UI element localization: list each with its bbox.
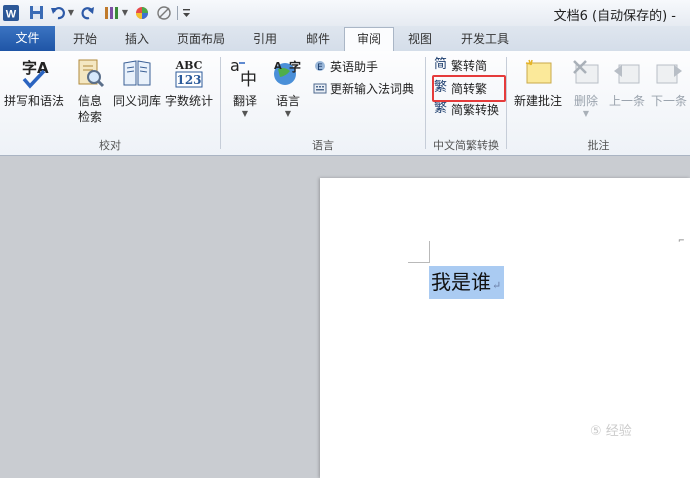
delete-comment-button[interactable]: 删除 ▼ <box>568 57 604 118</box>
next-comment-label: 下一条 <box>650 94 687 108</box>
margin-edge-mark: ⌐ <box>678 236 685 245</box>
svg-text:中: 中 <box>240 70 257 89</box>
selected-document-text[interactable]: 我是谁↵ <box>429 266 505 299</box>
undo-icon[interactable] <box>50 4 66 21</box>
tab-references[interactable]: 引用 <box>243 28 287 50</box>
redo-icon[interactable] <box>80 4 96 21</box>
clear-formatting-icon[interactable] <box>156 4 172 21</box>
spelling-grammar-button[interactable]: 字A 拼写和语法 <box>4 57 64 109</box>
update-ime-dictionary-icon <box>313 81 327 95</box>
delete-comment-label: 删除 <box>573 94 598 108</box>
previous-comment-label: 上一条 <box>608 94 645 108</box>
word-count-label: 字数统计 <box>164 94 213 108</box>
next-comment-icon <box>653 57 685 89</box>
comments-group-label: 批注 <box>587 139 610 152</box>
translate-label: 翻译 <box>232 94 257 108</box>
traditional-to-simplified-button[interactable]: 简 繁转简 <box>434 56 487 74</box>
save-icon[interactable] <box>28 4 44 21</box>
translate-icon: a中 <box>229 56 261 90</box>
color-wheel-icon[interactable] <box>134 4 150 21</box>
language-globe-icon: 字A <box>272 57 304 89</box>
tab-home[interactable]: 开始 <box>63 28 107 50</box>
word-count-button[interactable]: ABC 123 字数统计 <box>164 57 214 109</box>
delete-comment-icon <box>570 57 602 89</box>
chinese-conversion-group-label: 中文简繁转换 <box>433 139 499 152</box>
svg-text:a: a <box>230 57 240 75</box>
margin-corner-mark <box>429 241 430 263</box>
research-label-line2: 检索 <box>77 110 102 124</box>
document-title: 文档6 (自动保存的) - <box>553 9 676 24</box>
tab-page-layout[interactable]: 页面布局 <box>170 28 232 50</box>
ribbon-panel: 字A 拼写和语法 信息检索 同义词库 ABC 123 字数统计 校对 a中 翻译 … <box>0 51 690 156</box>
margin-corner-mark <box>408 262 430 263</box>
english-assistant-icon: E <box>313 59 327 73</box>
update-ime-dictionary-label: 更新输入法词典 <box>330 81 415 96</box>
svg-text:字A: 字A <box>22 59 49 77</box>
spelling-grammar-label: 拼写和语法 <box>4 94 65 108</box>
tab-file[interactable]: 文件 <box>0 26 55 51</box>
proofing-group-label: 校对 <box>99 139 121 152</box>
next-comment-button[interactable]: 下一条 <box>650 57 688 109</box>
word-count-icon-digits: 123 <box>176 73 201 87</box>
word-logo-icon[interactable]: W <box>3 4 19 21</box>
new-comment-label: 新建批注 <box>513 94 562 108</box>
research-button[interactable]: 信息 检索 <box>70 57 110 125</box>
word-count-icon-letters: ABC <box>175 59 203 72</box>
format-painter-icon[interactable] <box>103 4 121 21</box>
thesaurus-book-icon <box>121 57 153 89</box>
thesaurus-button[interactable]: 同义词库 <box>112 57 162 109</box>
traditional-to-simplified-icon: 简 <box>434 57 448 72</box>
tab-view[interactable]: 视图 <box>398 28 442 50</box>
qat-separator <box>176 4 178 21</box>
previous-comment-button[interactable]: 上一条 <box>608 57 646 109</box>
delete-dropdown-chevron-icon[interactable]: ▼ <box>583 109 589 118</box>
title-bar: W ▼ ▼ 文档6 (自动保存的) - <box>0 0 690 26</box>
group-separator <box>506 57 507 149</box>
tab-review[interactable]: 审阅 <box>344 27 394 52</box>
undo-dropdown-chevron-icon[interactable]: ▼ <box>67 4 75 21</box>
format-painter-dropdown-chevron-icon[interactable]: ▼ <box>121 4 129 21</box>
simplified-traditional-conversion-button[interactable]: 繁 简繁转换 <box>434 100 499 118</box>
svg-text:E: E <box>317 63 323 73</box>
english-assistant-label: 英语助手 <box>330 59 379 74</box>
watermark-logo: ⑤ 经验 <box>590 424 632 439</box>
simplified-traditional-conversion-icon: 繁 <box>434 101 448 116</box>
tab-mailings[interactable]: 邮件 <box>296 28 340 50</box>
ribbon-tab-bar: 文件 开始 插入 页面布局 引用 邮件 审阅 视图 开发工具 <box>0 26 690 52</box>
research-book-icon <box>74 57 106 89</box>
language-button[interactable]: 字A 语言 ▼ <box>270 57 306 118</box>
research-label: 信息 检索 <box>78 93 102 125</box>
group-separator <box>425 57 426 149</box>
word-count-icon: ABC 123 <box>173 57 205 89</box>
translate-button[interactable]: a中 翻译 ▼ <box>227 56 263 118</box>
language-group-label: 语言 <box>312 139 334 152</box>
tab-developer[interactable]: 开发工具 <box>452 28 518 50</box>
language-label: 语言 <box>275 94 300 108</box>
traditional-to-simplified-label: 繁转简 <box>451 58 488 73</box>
new-comment-icon <box>522 57 554 89</box>
language-dropdown-chevron-icon[interactable]: ▼ <box>285 109 291 118</box>
paragraph-mark-icon: ↵ <box>492 279 502 292</box>
research-label-line1: 信息 <box>77 94 102 108</box>
tab-insert[interactable]: 插入 <box>115 28 159 50</box>
english-assistant-button[interactable]: E 英语助手 <box>313 57 378 75</box>
document-workspace <box>0 156 690 478</box>
customize-qat-chevron-icon[interactable] <box>181 4 191 21</box>
thesaurus-label: 同义词库 <box>112 94 161 108</box>
new-comment-button[interactable]: 新建批注 <box>510 57 566 109</box>
translate-dropdown-chevron-icon[interactable]: ▼ <box>242 109 248 118</box>
spelling-check-icon: 字A <box>18 57 50 89</box>
svg-text:字: 字 <box>289 59 301 74</box>
simplified-to-traditional-highlight <box>432 75 506 102</box>
selected-text[interactable]: 我是谁 <box>431 270 491 294</box>
previous-comment-icon <box>611 57 643 89</box>
document-page[interactable] <box>320 178 690 478</box>
svg-text:W: W <box>6 8 17 20</box>
group-separator <box>220 57 221 149</box>
simplified-traditional-conversion-label: 简繁转换 <box>451 102 500 117</box>
svg-text:A: A <box>274 61 282 72</box>
update-ime-dictionary-button[interactable]: 更新输入法词典 <box>313 79 414 97</box>
